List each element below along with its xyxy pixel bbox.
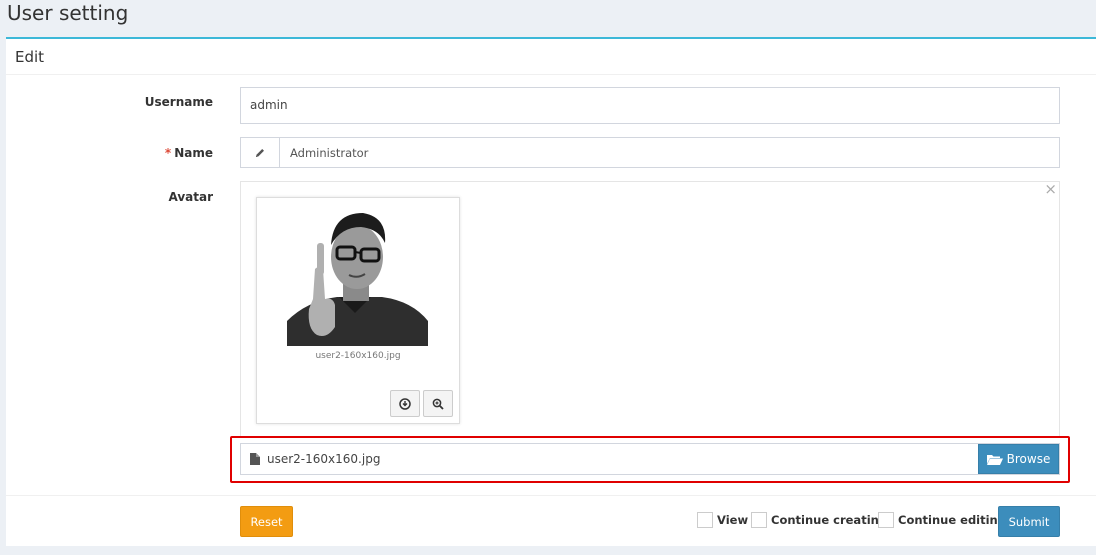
name-label: Name [174, 146, 213, 160]
avatar-thumbnail: user2-160x160.jpg [256, 197, 460, 424]
download-button[interactable] [390, 390, 420, 417]
continue-creating-checkbox[interactable] [751, 512, 767, 528]
continue-creating-checkbox-group[interactable]: Continue creating [751, 512, 887, 528]
browse-button[interactable]: Browse [978, 444, 1059, 474]
view-checkbox-group[interactable]: View [697, 512, 748, 528]
zoom-in-icon [432, 398, 444, 410]
file-name: user2-160x160.jpg [267, 452, 381, 466]
download-icon [399, 397, 411, 410]
username-label: Username [144, 95, 213, 109]
username-input[interactable]: admin [240, 87, 1060, 124]
continue-editing-checkbox[interactable] [878, 512, 894, 528]
name-label-row: * Name [165, 146, 213, 160]
reset-button[interactable]: Reset [240, 506, 293, 537]
browse-label: Browse [1006, 452, 1051, 466]
name-input-group[interactable]: Administrator [240, 137, 1060, 168]
avatar-label: Avatar [168, 190, 213, 204]
continue-editing-checkbox-group[interactable]: Continue editing [878, 512, 1006, 528]
file-icon [250, 453, 260, 465]
view-checkbox[interactable] [697, 512, 713, 528]
avatar-image [287, 209, 428, 346]
avatar-caption: user2-160x160.jpg [315, 351, 401, 361]
view-checkbox-label: View [717, 513, 749, 527]
name-input[interactable]: Administrator [280, 138, 378, 167]
avatar-file-input[interactable]: user2-160x160.jpg Browse [240, 443, 1060, 475]
page-title: User setting [7, 1, 129, 25]
continue-editing-label: Continue editing [898, 513, 1006, 527]
footer-divider [6, 495, 1096, 496]
avatar-preview-area: × user2-160x160.jpg [240, 180, 1060, 437]
required-mark: * [164, 146, 172, 160]
folder-open-icon [986, 455, 1003, 465]
zoom-button[interactable] [423, 390, 453, 417]
continue-creating-label: Continue creating [771, 513, 888, 527]
edit-box: Edit Username admin * Name Administrator … [6, 37, 1096, 546]
pencil-icon [241, 138, 280, 167]
box-title: Edit [6, 39, 1096, 75]
file-name-display: user2-160x160.jpg [241, 444, 978, 474]
submit-button[interactable]: Submit [998, 506, 1060, 537]
close-icon[interactable]: × [1044, 180, 1057, 198]
